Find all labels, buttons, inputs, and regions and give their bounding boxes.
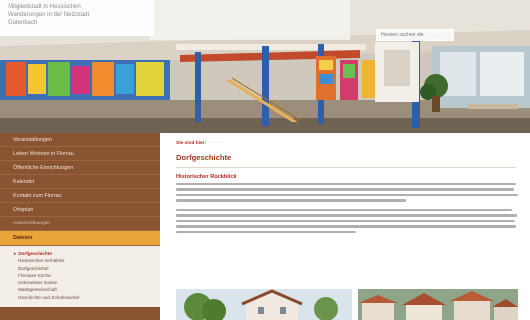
sidebar-subnav: Dorfgeschichte Historisches Verhältnis D… bbox=[0, 246, 160, 307]
search-icon[interactable] bbox=[0, 0, 12, 12]
subnav-item-historisch[interactable]: Historisches Verhältnis bbox=[0, 257, 160, 264]
sidebar-item-veranstaltungen[interactable]: Veranstaltungen bbox=[0, 133, 160, 147]
subnav-item-markt[interactable]: Marktgemeinschaft bbox=[0, 286, 160, 293]
logo-line-2: Wanderungen in der Netzstadt bbox=[8, 12, 90, 18]
main-content: Sie sind hier: ··· ··· ··· Dorfgeschicht… bbox=[160, 133, 530, 320]
logo-line-3: Gutenbach bbox=[8, 20, 38, 26]
paragraph-2 bbox=[176, 208, 520, 233]
page-title: Dorfgeschichte bbox=[176, 153, 232, 162]
sidebar-item-kontakt[interactable]: Kontakt zum Florrau bbox=[0, 189, 160, 203]
village-photo-1[interactable] bbox=[176, 289, 352, 320]
sidebar-item-einrichtungen[interactable]: Öffentliche Einrichtungen bbox=[0, 161, 160, 175]
subnav-item-kirche[interactable]: Florrauer Kirche bbox=[0, 272, 160, 279]
subnav-item-dorfgeschichte[interactable]: Dorfgeschichte bbox=[0, 250, 160, 257]
logo-line-1: Mitgliedstadt in Hessischen bbox=[8, 4, 81, 10]
title-divider bbox=[176, 167, 516, 168]
village-photo-2[interactable] bbox=[358, 289, 518, 320]
site-logo[interactable]: Mitgliedstadt in Hessischen Wanderungen … bbox=[0, 0, 154, 36]
header-photo: Mitgliedstadt in Hessischen Wanderungen … bbox=[0, 0, 530, 133]
sidebar-item-ortsplan[interactable]: Ortsplan bbox=[0, 203, 160, 217]
subnav-item-schuhmacher[interactable]: Geschichte und Schuhmacher bbox=[0, 294, 160, 301]
breadcrumb-prefix: Sie sind hier: bbox=[176, 141, 207, 146]
sidebar-item-ausschreibungen[interactable]: Ausschreibungen bbox=[0, 217, 160, 231]
subnav-item-gasse[interactable]: Unterwieser Gasse bbox=[0, 279, 160, 286]
sidebar-nav: Veranstaltungen Leben Wohnen in Florrau … bbox=[0, 133, 160, 320]
breadcrumb-path[interactable]: ··· ··· ··· bbox=[207, 141, 226, 146]
paragraph-1 bbox=[176, 183, 520, 202]
search-input[interactable] bbox=[376, 29, 454, 41]
sidebar-item-dateien[interactable]: Dateien bbox=[0, 231, 160, 246]
subnav-item-dorfgeschichte-2[interactable]: Dorfgeschichte bbox=[0, 265, 160, 272]
photo-row bbox=[176, 289, 526, 320]
breadcrumb: Sie sind hier: ··· ··· ··· bbox=[176, 141, 530, 150]
section-heading: Historischer Rückblick bbox=[176, 174, 237, 180]
sidebar-item-kalender[interactable]: Kalender bbox=[0, 175, 160, 189]
sidebar-item-leben-wohnen[interactable]: Leben Wohnen in Florrau bbox=[0, 147, 160, 161]
